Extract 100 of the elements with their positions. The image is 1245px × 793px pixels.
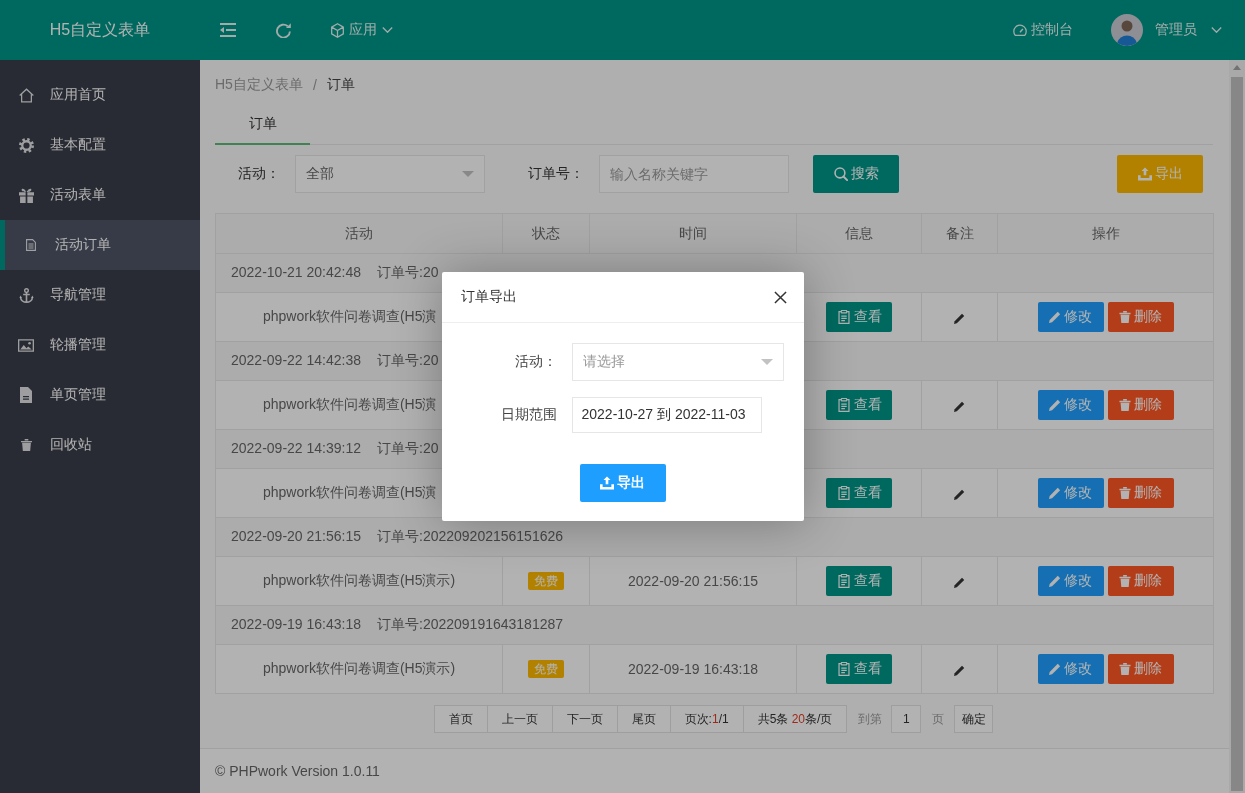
search-icon: [833, 167, 848, 181]
delete-button[interactable]: 删除: [1107, 566, 1174, 596]
field-label: 活动：: [514, 353, 557, 369]
caret-down-icon: [760, 359, 773, 365]
scrollbar[interactable]: [1229, 60, 1245, 793]
page-button[interactable]: 尾页: [616, 705, 671, 733]
view-button[interactable]: 查看: [826, 654, 892, 684]
edit-button[interactable]: 修改: [1037, 302, 1104, 332]
status-badge: 免费: [528, 572, 564, 591]
order-number: 订单号:20: [377, 352, 439, 368]
pencil-icon: [1049, 311, 1061, 323]
column-header: 时间: [589, 213, 797, 254]
delete-button[interactable]: 删除: [1107, 302, 1174, 332]
pencil-icon[interactable]: [954, 400, 965, 412]
order-number: 订单号:20: [377, 264, 439, 280]
avatar[interactable]: [1111, 14, 1143, 46]
gear-icon: [18, 137, 34, 153]
filter-label: 订单号：: [528, 165, 584, 183]
pencil-icon[interactable]: [954, 664, 965, 676]
menu-icon[interactable]: [220, 23, 236, 37]
page-unit-label: 页: [932, 710, 945, 728]
order-number: 订单号:202209191643181287: [377, 616, 564, 632]
sidebar-item[interactable]: 单页管理: [0, 370, 200, 420]
gauge-icon: [1013, 24, 1027, 36]
page-button[interactable]: 下一页: [551, 705, 618, 733]
tab[interactable]: 订单: [215, 104, 310, 145]
clipboard-icon: [836, 486, 851, 500]
sidebar-item[interactable]: 轮播管理: [0, 320, 200, 370]
sidebar-item[interactable]: 活动订单: [0, 220, 200, 270]
document-icon: [26, 239, 36, 251]
sidebar-item[interactable]: 基本配置: [0, 120, 200, 170]
edit-button[interactable]: 修改: [1037, 654, 1104, 684]
search-button[interactable]: 搜索: [813, 155, 899, 193]
app-menu[interactable]: 应用: [331, 21, 393, 39]
sidebar-item[interactable]: 活动表单: [0, 170, 200, 220]
table-cell: phpwork软件问卷调查(H5演示): [215, 644, 503, 694]
activity-select[interactable]: 全部: [295, 155, 485, 193]
chevron-down-icon: [382, 27, 393, 33]
page-number-field[interactable]: 1: [891, 705, 922, 733]
confirm-button[interactable]: 确定: [954, 705, 994, 733]
clipboard-icon: [836, 574, 851, 588]
activity-select[interactable]: 请选择: [571, 343, 784, 381]
view-button[interactable]: 查看: [826, 478, 892, 508]
view-button[interactable]: 查看: [826, 302, 892, 332]
column-header: 活动: [215, 213, 503, 254]
anchor-icon: [18, 287, 34, 303]
filter-label: 活动：: [238, 165, 280, 183]
edit-button[interactable]: 修改: [1037, 566, 1104, 596]
breadcrumb-current: 订单: [326, 76, 355, 94]
view-button[interactable]: 查看: [826, 390, 892, 420]
delete-button[interactable]: 删除: [1107, 390, 1174, 420]
order-time: 2022-09-20 21:56:15: [231, 528, 361, 544]
table-cell: phpwork软件问卷调查(H5演示): [215, 556, 503, 606]
cube-icon: [331, 22, 344, 38]
home-icon: [18, 87, 34, 103]
sidebar-item[interactable]: 导航管理: [0, 270, 200, 320]
app-title: H5自定义表单: [49, 19, 151, 40]
page-button[interactable]: 首页: [433, 705, 488, 733]
export-button[interactable]: 导出: [1117, 155, 1203, 193]
pencil-icon[interactable]: [954, 488, 965, 500]
page-info: 页次:1/1: [669, 705, 744, 733]
view-button[interactable]: 查看: [826, 566, 892, 596]
breadcrumb-link[interactable]: H5自定义表单: [215, 76, 303, 94]
order-number-field[interactable]: 输入名称关键字: [599, 155, 789, 193]
date-range-field[interactable]: 2022-10-27 到 2022-11-03: [571, 397, 762, 433]
order-time: 2022-09-22 14:42:38: [231, 352, 361, 368]
edit-button[interactable]: 修改: [1037, 478, 1104, 508]
sidebar-item[interactable]: 回收站: [0, 420, 200, 470]
order-time: 2022-09-22 14:39:12: [231, 440, 361, 456]
table-cell: 2022-09-19 16:43:18: [589, 644, 797, 694]
scrollbar-thumb[interactable]: [1231, 77, 1243, 791]
file-icon: [20, 387, 32, 403]
delete-button[interactable]: 删除: [1107, 478, 1174, 508]
trash-icon: [1119, 487, 1131, 499]
user-menu[interactable]: 管理员: [1155, 21, 1222, 39]
status-badge: 免费: [528, 660, 564, 679]
order-time: 2022-09-19 16:43:18: [231, 616, 361, 632]
sidebar-item[interactable]: 应用首页: [0, 70, 200, 120]
trash-icon: [1119, 311, 1131, 323]
copyright-text: © PHPwork Version 1.0.11: [215, 763, 380, 779]
console-link[interactable]: 控制台: [1013, 21, 1073, 39]
order-number: 订单号:202209202156151626: [377, 528, 564, 544]
column-header: 操作: [997, 213, 1214, 254]
pencil-icon[interactable]: [954, 312, 965, 324]
edit-button[interactable]: 修改: [1037, 390, 1104, 420]
close-icon[interactable]: [773, 290, 787, 304]
export-button[interactable]: 导出: [579, 464, 666, 502]
field-label: 日期范围: [500, 406, 557, 422]
refresh-icon[interactable]: [276, 22, 291, 38]
clipboard-icon: [836, 662, 851, 676]
record-count: 共5条 20条/页: [742, 705, 848, 733]
delete-button[interactable]: 删除: [1107, 654, 1174, 684]
page-button[interactable]: 上一页: [486, 705, 553, 733]
gift-icon: [18, 187, 34, 203]
table-cell: 2022-09-20 21:56:15: [589, 556, 797, 606]
pencil-icon: [1049, 575, 1061, 587]
tray-arrow-icon: [600, 476, 614, 490]
pencil-icon[interactable]: [954, 576, 965, 588]
chevron-down-icon: [1211, 27, 1222, 33]
column-header: 备注: [921, 213, 998, 254]
